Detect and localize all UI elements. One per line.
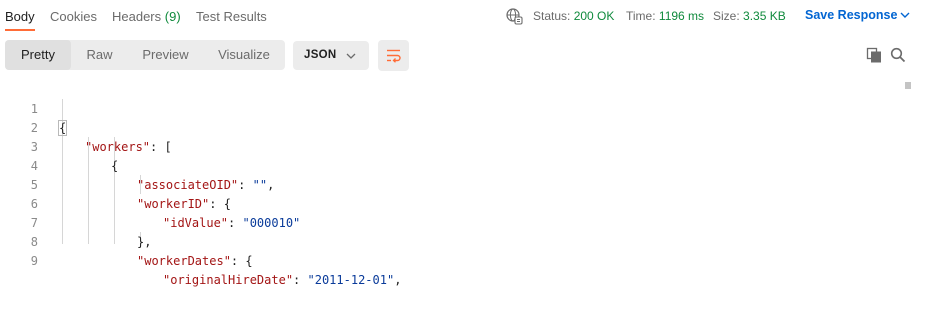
code-line: 5 "workerID": { xyxy=(0,157,900,211)
view-mode-preview[interactable]: Preview xyxy=(128,40,203,70)
code-line: 9 "originalHireDate": "2011-12-01", xyxy=(0,233,900,287)
code-line: 8 "workerDates": { xyxy=(0,214,900,268)
code-line: 7 }, xyxy=(0,195,900,249)
copy-icon[interactable] xyxy=(866,47,882,63)
tab-body[interactable]: Body xyxy=(5,9,35,24)
view-mode-pretty[interactable]: Pretty xyxy=(5,40,71,70)
tab-cookies[interactable]: Cookies xyxy=(50,9,97,24)
view-mode-switcher: Pretty Raw Preview Visualize xyxy=(5,40,285,70)
wrap-lines-icon xyxy=(387,49,401,63)
view-mode-visualize[interactable]: Visualize xyxy=(203,40,285,70)
code-text: "workerDates": { xyxy=(137,252,253,271)
chevron-down-icon xyxy=(346,53,356,59)
time-label: Time: xyxy=(626,9,656,23)
json-punct: , xyxy=(394,273,402,287)
size-label: Size: xyxy=(713,9,740,23)
tab-headers[interactable]: Headers (9) xyxy=(112,9,181,24)
response-tab-bar: Body Cookies Headers (9) Test Results St… xyxy=(0,0,927,32)
tab-headers-label: Headers xyxy=(112,9,162,24)
format-dropdown[interactable]: JSON xyxy=(293,41,369,70)
json-key: "originalHireDate" xyxy=(163,273,294,287)
wrap-lines-button[interactable] xyxy=(378,40,409,71)
status-indicator[interactable]: Status: 200 OK xyxy=(533,9,614,23)
status-value: 200 OK xyxy=(573,9,615,23)
response-body-editor[interactable]: 1 { 2 "workers": [ 3 { 4 "associateOID":… xyxy=(0,80,927,287)
size-value: 3.35 KB xyxy=(743,9,786,23)
format-selected-value: JSON xyxy=(304,49,337,61)
code-text: "originalHireDate": "2011-12-01", xyxy=(163,271,401,290)
time-indicator[interactable]: Time: 1196 ms xyxy=(626,9,704,23)
status-label: Status: xyxy=(533,9,571,23)
code-line: 2 "workers": [ xyxy=(0,100,900,154)
json-punct: : { xyxy=(230,254,253,268)
json-key: "workerDates" xyxy=(137,254,231,268)
code-line: 1 { xyxy=(0,81,900,136)
code-line: 4 "associateOID": "", xyxy=(0,138,900,192)
line-number: 9 xyxy=(30,254,38,268)
code-line: 3 { xyxy=(0,119,900,173)
view-mode-raw[interactable]: Raw xyxy=(71,40,128,70)
globe-network-icon[interactable] xyxy=(505,7,523,25)
vertical-scrollbar[interactable] xyxy=(905,80,913,244)
chevron-down-icon[interactable] xyxy=(899,9,911,21)
save-response-button[interactable]: Save Response xyxy=(805,8,897,22)
headers-count-badge: (9) xyxy=(164,9,181,24)
json-string: "2011-12-01" xyxy=(307,273,395,287)
scrollbar-thumb[interactable] xyxy=(905,82,911,89)
active-tab-indicator xyxy=(5,29,35,31)
time-value: 1196 ms xyxy=(658,9,705,23)
size-indicator[interactable]: Size: 3.35 KB xyxy=(713,9,786,23)
search-icon[interactable] xyxy=(890,47,906,63)
json-punct: : xyxy=(293,273,308,287)
code-line: 6 "idValue": "000010" xyxy=(0,176,900,230)
tab-test-results[interactable]: Test Results xyxy=(196,9,267,24)
